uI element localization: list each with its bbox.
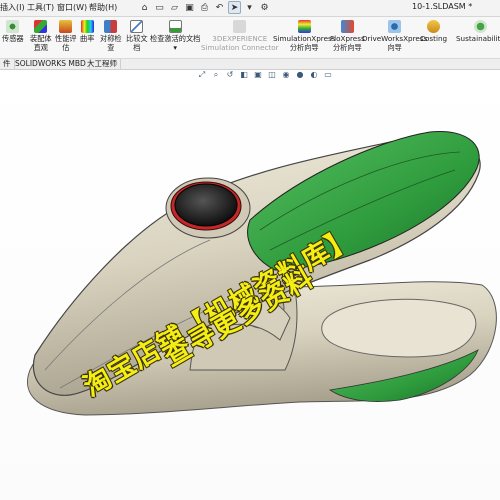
menu-window[interactable]: 窗口(W) (57, 2, 87, 13)
select-pointer-icon[interactable]: ➤ (228, 1, 241, 14)
simulationxpress-button[interactable]: SimulationXpress 分析向导 (273, 20, 335, 52)
tab-solidworks-mbd[interactable]: SOLIDWORKS MBD (12, 59, 90, 69)
symmetry-check-icon (104, 20, 118, 33)
home-icon[interactable]: ⌂ (138, 1, 151, 14)
tab-big-engineer[interactable]: 大工程师 (84, 59, 121, 69)
lower-jaw-cutout (321, 298, 477, 358)
new-document-icon[interactable]: ▭ (153, 1, 166, 14)
command-tabs: 件 SOLIDWORKS MBD 大工程师 (0, 59, 500, 70)
sensor-button[interactable]: 传感器 (2, 20, 24, 43)
curvature-icon (80, 20, 94, 33)
open-folder-icon[interactable]: ▱ (168, 1, 181, 14)
costing-icon (427, 20, 441, 33)
compare-documents-button[interactable]: 比较文 档 (126, 20, 148, 52)
save-icon[interactable]: ▣ (183, 1, 196, 14)
print-icon[interactable]: ⎙ (198, 1, 211, 14)
driveworksxpress-icon (388, 20, 402, 33)
performance-evaluation-button[interactable]: 性能评 估 (55, 20, 77, 52)
options-icon[interactable]: ⚙ (258, 1, 271, 14)
assembly-visualization-button[interactable]: 装配体 直观 (30, 20, 52, 52)
sensor-icon (6, 20, 20, 33)
floxpress-icon (340, 20, 354, 33)
compare-documents-icon (130, 20, 144, 33)
release-button (174, 183, 238, 227)
quick-access-toolbar: ⌂ ▭ ▱ ▣ ⎙ ↶ ➤ ▾ ⚙ (138, 1, 271, 15)
symmetry-check-button[interactable]: 对称检 查 (100, 20, 122, 52)
check-active-document-button[interactable]: 检查激活的文档 ▾ (150, 20, 200, 52)
undo-icon[interactable]: ↶ (213, 1, 226, 14)
sustainability-icon (473, 20, 487, 33)
simulation-connector-icon (233, 20, 247, 33)
simulation-connector-button[interactable]: 3DEXPERIENCE Simulation Connector (201, 20, 279, 52)
rebuild-icon[interactable]: ▾ (243, 1, 256, 14)
graphics-viewport[interactable]: ⤢ ⌕ ↺ ◧ ▣ ◫ ◉ ● ◐ ▭ 淘宝店铺【机械资料库】 查寻更多资料 (0, 70, 500, 500)
floxpress-button[interactable]: FloXpress 分析向导 (330, 20, 365, 52)
simulationxpress-icon (297, 20, 311, 33)
menu-bar: 插入(I) 工具(T) 窗口(W) 帮助(H) ⌂ ▭ ▱ ▣ ⎙ ↶ ➤ ▾ … (0, 0, 500, 17)
assembly-visualization-icon (34, 20, 48, 33)
sustainability-button[interactable]: Sustainability (456, 20, 500, 43)
curvature-button[interactable]: 曲率 (80, 20, 94, 43)
menu-tools[interactable]: 工具(T) (27, 2, 54, 13)
command-manager-ribbon: 传感器 装配体 直观 性能评 估 曲率 对称检 查 比较文 档 检查激活的文档 … (0, 17, 500, 59)
performance-evaluation-icon (59, 20, 73, 33)
check-active-document-icon (168, 20, 182, 33)
menu-help[interactable]: 帮助(H) (89, 2, 117, 13)
costing-button[interactable]: Costing (420, 20, 447, 43)
driveworksxpress-button[interactable]: DriveWorksXpress 向导 (362, 20, 427, 52)
menu-insert[interactable]: 插入(I) (0, 2, 25, 13)
document-title: 10-1.SLDASM * (412, 2, 473, 11)
